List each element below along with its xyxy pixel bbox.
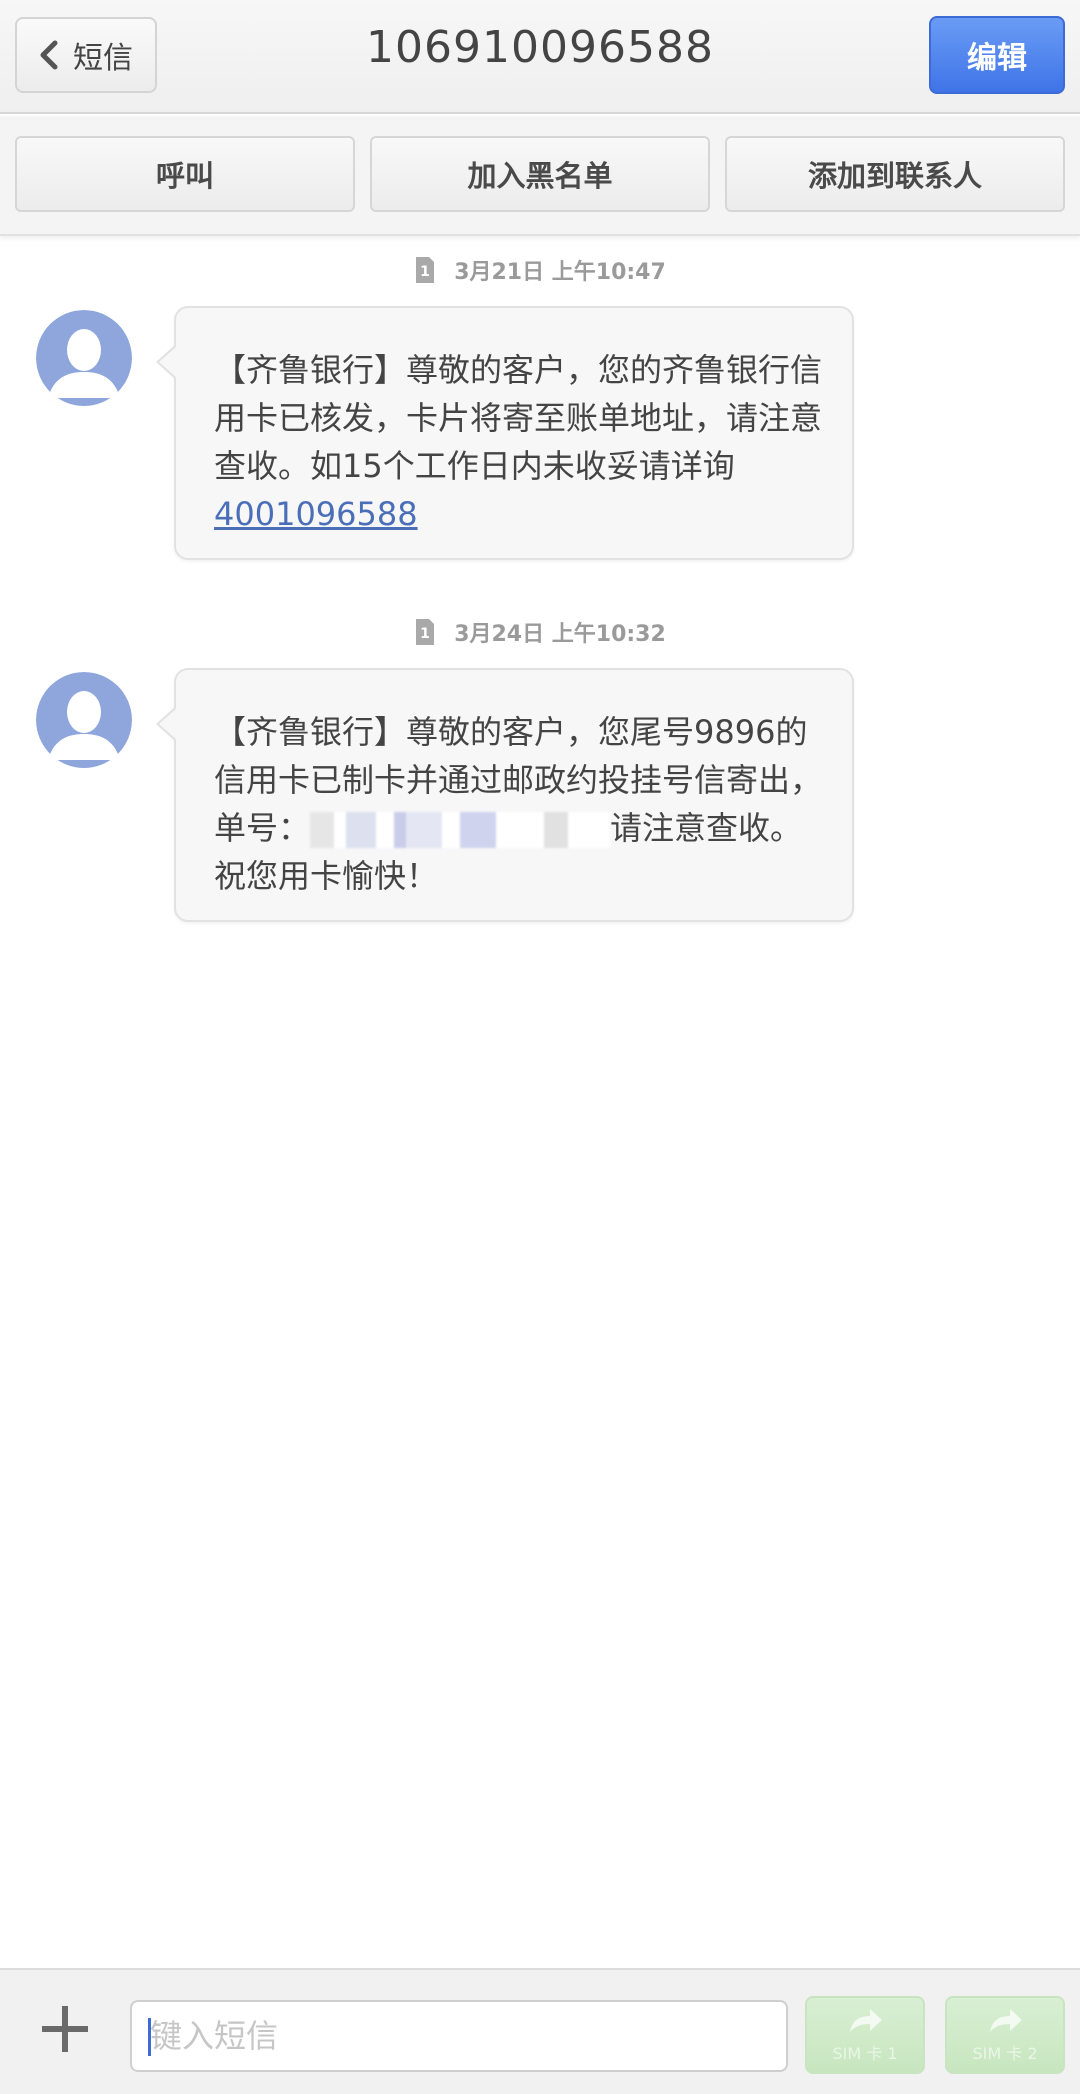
add-to-contacts-button[interactable]: 添加到联系人 <box>725 136 1065 212</box>
sender-avatar[interactable] <box>36 310 132 406</box>
composer-bar: SIM 卡 1 SIM 卡 2 <box>0 1968 1080 2094</box>
call-button[interactable]: 呼叫 <box>15 136 355 212</box>
edit-button[interactable]: 编辑 <box>929 16 1065 94</box>
action-bar: 呼叫 加入黑名单 添加到联系人 <box>0 116 1080 236</box>
timestamp-text: 3月24日 上午10:32 <box>454 622 666 647</box>
send-arrow-icon <box>990 2009 1022 2032</box>
message-bubble[interactable]: 【齐鲁银行】尊敬的客户，您的齐鲁银行信用卡已核发，卡片将寄至账单地址，请注意查收… <box>156 306 854 560</box>
send-sim2-button[interactable]: SIM 卡 2 <box>945 1996 1065 2074</box>
message-timestamp: 1 3月24日 上午10:32 <box>0 616 1080 648</box>
svg-text:1: 1 <box>420 626 430 642</box>
top-nav-bar: 短信 106910096588 编辑 <box>0 0 1080 114</box>
back-button-label: 短信 <box>73 41 133 76</box>
person-icon <box>36 672 132 768</box>
add-to-blacklist-button[interactable]: 加入黑名单 <box>370 136 710 212</box>
sender-avatar[interactable] <box>36 672 132 768</box>
send-sim1-button[interactable]: SIM 卡 1 <box>805 1996 925 2074</box>
plus-icon <box>42 2006 88 2052</box>
sim1-label: SIM 卡 1 <box>832 2044 898 2063</box>
sim-card-icon: 1 <box>416 619 435 645</box>
svg-text:1: 1 <box>420 264 430 280</box>
back-button[interactable]: 短信 <box>15 17 157 93</box>
text-caret <box>148 2018 151 2056</box>
phone-number-link[interactable]: 4001096588 <box>214 495 418 533</box>
attach-button[interactable] <box>30 1994 100 2064</box>
sim2-label: SIM 卡 2 <box>972 2044 1038 2063</box>
person-icon <box>36 310 132 406</box>
message-input[interactable] <box>130 2000 788 2072</box>
page-title: 106910096588 <box>366 22 714 73</box>
sim-card-icon: 1 <box>416 257 435 283</box>
timestamp-text: 3月21日 上午10:47 <box>454 260 666 285</box>
send-arrow-icon <box>850 2009 882 2032</box>
message-bubble[interactable]: 【齐鲁银行】尊敬的客户，您尾号9896的信用卡已制卡并通过邮政约投挂号信寄出，单… <box>156 668 854 922</box>
message-timestamp: 1 3月21日 上午10:47 <box>0 254 1080 286</box>
message-text: 【齐鲁银行】尊敬的客户，您的齐鲁银行信用卡已核发，卡片将寄至账单地址，请注意查收… <box>214 351 823 485</box>
chevron-left-icon <box>40 40 58 70</box>
redacted-tracking-number <box>310 812 611 848</box>
